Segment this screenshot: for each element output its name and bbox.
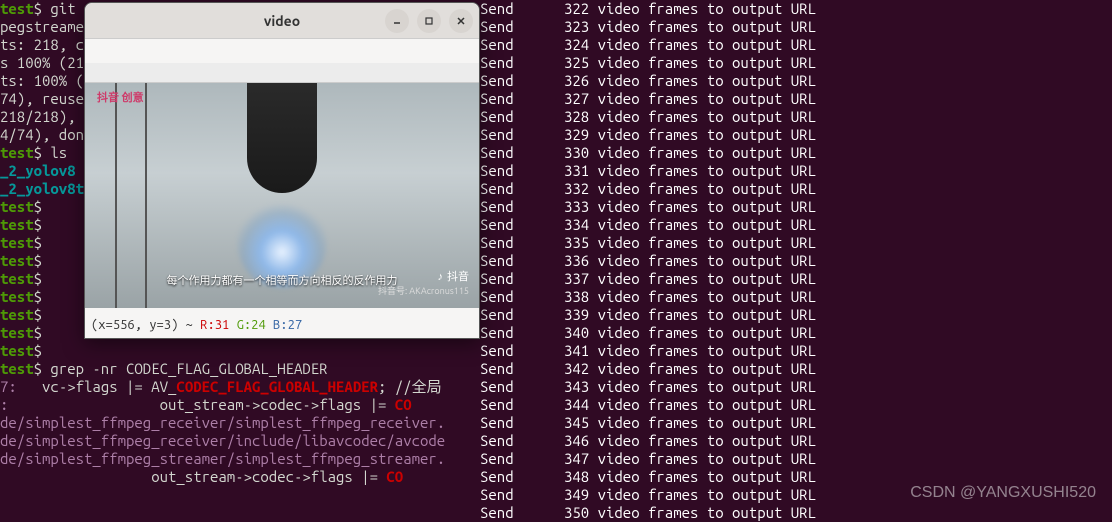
stream-log-line: Send 345 video frames to output URL — [480, 414, 1112, 432]
stream-log-line: Send 342 video frames to output URL — [480, 360, 1112, 378]
stream-log-line: Send 326 video frames to output URL — [480, 72, 1112, 90]
video-watermark: 抖音 创意 — [97, 89, 144, 107]
stream-log-line: Send 338 video frames to output URL — [480, 288, 1112, 306]
pixel-g-value: G:24 — [237, 318, 266, 332]
stream-log-line: Send 329 video frames to output URL — [480, 126, 1112, 144]
terminal-line: de/simplest_ffmpeg_receiver/simplest_ffm… — [0, 414, 480, 432]
stream-log-line: Send 336 video frames to output URL — [480, 252, 1112, 270]
stream-log-line: Send 324 video frames to output URL — [480, 36, 1112, 54]
terminal-line: 7: vc->flags |= AV_CODEC_FLAG_GLOBAL_HEA… — [0, 378, 480, 396]
terminal-line: out_stream->codec->flags |= CO — [0, 468, 480, 486]
stream-log-line: Send 330 video frames to output URL — [480, 144, 1112, 162]
stream-log-line: Send 333 video frames to output URL — [480, 198, 1112, 216]
stream-log-line: Send 335 video frames to output URL — [480, 234, 1112, 252]
video-player-window[interactable]: video 抖音 创意 每个作用力都有一个相等而方向相反的反作用力 ♪ 抖音 抖… — [84, 2, 480, 339]
window-controls — [385, 9, 473, 33]
maximize-button[interactable] — [417, 9, 441, 33]
stream-log-line: Send 344 video frames to output URL — [480, 396, 1112, 414]
stream-log-line: Send 350 video frames to output URL — [480, 504, 1112, 522]
stream-log-line: Send 327 video frames to output URL — [480, 90, 1112, 108]
stream-log-line: Send 337 video frames to output URL — [480, 270, 1112, 288]
window-titlebar[interactable]: video — [85, 3, 479, 39]
stream-log-line: Send 339 video frames to output URL — [480, 306, 1112, 324]
video-frame[interactable]: 抖音 创意 每个作用力都有一个相等而方向相反的反作用力 ♪ 抖音 抖音号: AK… — [85, 83, 479, 308]
stream-log-line: Send 332 video frames to output URL — [480, 180, 1112, 198]
csdn-watermark: CSDN @YANGXUSHI520 — [910, 484, 1096, 502]
stream-log-line: Send 334 video frames to output URL — [480, 216, 1112, 234]
pixel-b-value: B:27 — [273, 318, 302, 332]
terminal-line: test$ grep -nr CODEC_FLAG_GLOBAL_HEADER — [0, 360, 480, 378]
stream-log-line: Send 346 video frames to output URL — [480, 432, 1112, 450]
window-menubar[interactable] — [85, 39, 479, 63]
stream-log-line: Send 322 video frames to output URL — [480, 0, 1112, 18]
stream-log-line: Send 341 video frames to output URL — [480, 342, 1112, 360]
maximize-icon — [424, 16, 434, 26]
close-icon — [456, 16, 466, 26]
douyin-id: 抖音号: AKAcronus115 — [378, 282, 469, 300]
pixel-coords: (x=556, y=3) ~ — [91, 318, 200, 332]
stream-log-line: Send 323 video frames to output URL — [480, 18, 1112, 36]
terminal-line: test$ — [0, 342, 480, 360]
minimize-icon — [392, 16, 402, 26]
stream-log-line: Send 331 video frames to output URL — [480, 162, 1112, 180]
pixel-r-value: R:31 — [200, 318, 229, 332]
terminal-line: : out_stream->codec->flags |= CO — [0, 396, 480, 414]
terminal-line: de/simplest_ffmpeg_receiver/include/liba… — [0, 432, 480, 450]
window-toolbar[interactable] — [85, 63, 479, 83]
stream-log-line: Send 325 video frames to output URL — [480, 54, 1112, 72]
stream-log-line: Send 347 video frames to output URL — [480, 450, 1112, 468]
stream-log-line: Send 343 video frames to output URL — [480, 378, 1112, 396]
minimize-button[interactable] — [385, 9, 409, 33]
stream-log-line: Send 340 video frames to output URL — [480, 324, 1112, 342]
terminal-right-column[interactable]: Send 322 video frames to output URLSend … — [480, 0, 1112, 522]
close-button[interactable] — [449, 9, 473, 33]
stream-log-line: Send 328 video frames to output URL — [480, 108, 1112, 126]
engine-decoration — [247, 83, 317, 193]
window-title: video — [264, 12, 300, 30]
terminal-line: de/simplest_ffmpeg_streamer/simplest_ffm… — [0, 450, 480, 468]
video-statusbar: (x=556, y=3) ~ R:31 G:24 B:27 — [85, 308, 479, 338]
